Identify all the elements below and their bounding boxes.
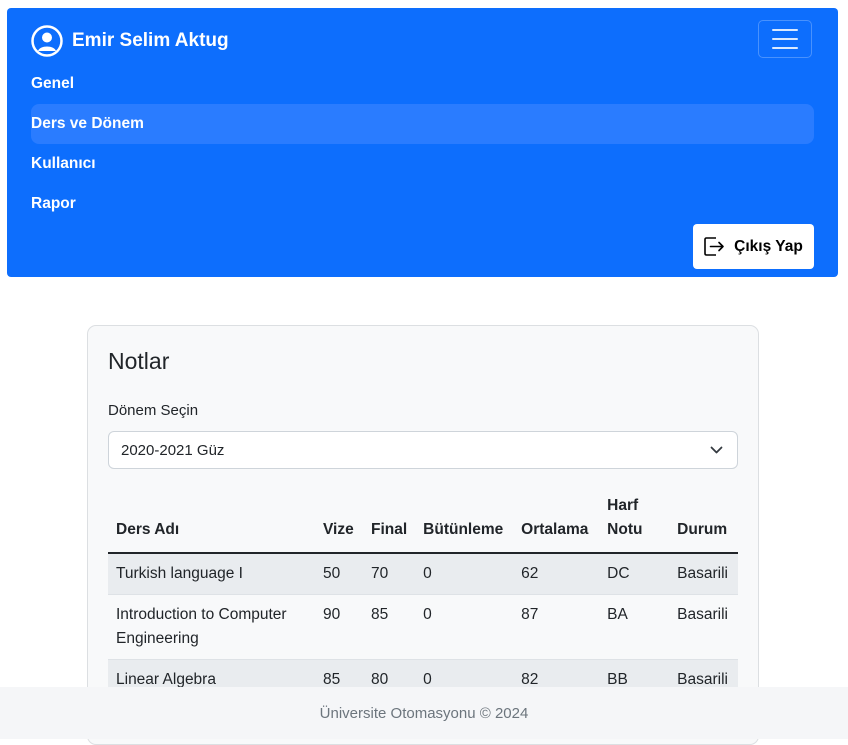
user-name: Emir Selim Aktug — [72, 30, 229, 51]
table-header-row: Ders Adı Vize Final Bütünleme Ortalama H… — [108, 486, 738, 554]
grades-card: Notlar Dönem Seçin 2020-2021 Güz Ders Ad… — [87, 325, 759, 745]
nav-item-kullanici[interactable]: Kullanıcı — [31, 144, 814, 184]
user-circle-icon — [31, 25, 63, 57]
menu-toggle-button[interactable] — [758, 20, 812, 58]
cell-butunleme: 0 — [415, 594, 514, 660]
term-select-label: Dönem Seçin — [108, 402, 199, 419]
cell-durum: Basarili — [669, 553, 738, 595]
cell-course-name: Introduction to Computer Engineering — [108, 594, 315, 660]
table-row: Introduction to Computer Engineering 90 … — [108, 594, 738, 660]
cell-durum: Basarili — [669, 594, 738, 660]
nav-item-rapor[interactable]: Rapor — [31, 184, 814, 224]
nav-item-ders-ve-donem[interactable]: Ders ve Dönem — [31, 104, 814, 144]
logout-label: Çıkış Yap — [734, 237, 803, 255]
col-header-harf-notu: Harf Notu — [599, 486, 670, 554]
top-navbar: Emir Selim Aktug Genel Ders ve Dönem Kul… — [7, 8, 838, 277]
logout-icon — [704, 237, 724, 256]
grades-table: Ders Adı Vize Final Bütünleme Ortalama H… — [108, 486, 738, 701]
cell-course-name: Turkish language I — [108, 553, 315, 595]
card-title: Notlar — [108, 348, 170, 374]
col-header-butunleme: Bütünleme — [415, 486, 514, 554]
cell-ortalama: 62 — [513, 553, 600, 595]
cell-final: 85 — [363, 594, 416, 660]
chevron-down-icon — [710, 446, 723, 454]
col-header-durum: Durum — [669, 486, 738, 554]
cell-final: 70 — [363, 553, 416, 595]
hamburger-icon — [772, 29, 798, 31]
col-header-ortalama: Ortalama — [513, 486, 600, 554]
term-select-value: 2020-2021 Güz — [121, 441, 225, 459]
cell-vize: 90 — [315, 594, 363, 660]
logout-button[interactable]: Çıkış Yap — [693, 224, 814, 269]
col-header-vize: Vize — [315, 486, 363, 554]
table-row: Turkish language I 50 70 0 62 DC Basaril… — [108, 553, 738, 595]
cell-vize: 50 — [315, 553, 363, 595]
col-header-ders-adi: Ders Adı — [108, 486, 315, 554]
col-header-final: Final — [363, 486, 416, 554]
page-footer: Üniversite Otomasyonu © 2024 — [0, 687, 848, 739]
term-select[interactable]: 2020-2021 Güz — [108, 431, 738, 469]
user-brand[interactable]: Emir Selim Aktug — [31, 25, 229, 57]
nav-item-genel[interactable]: Genel — [31, 64, 814, 104]
cell-harf-notu: BA — [599, 594, 670, 660]
cell-harf-notu: DC — [599, 553, 670, 595]
footer-text: Üniversite Otomasyonu © 2024 — [319, 704, 529, 722]
cell-butunleme: 0 — [415, 553, 514, 595]
cell-ortalama: 87 — [513, 594, 600, 660]
